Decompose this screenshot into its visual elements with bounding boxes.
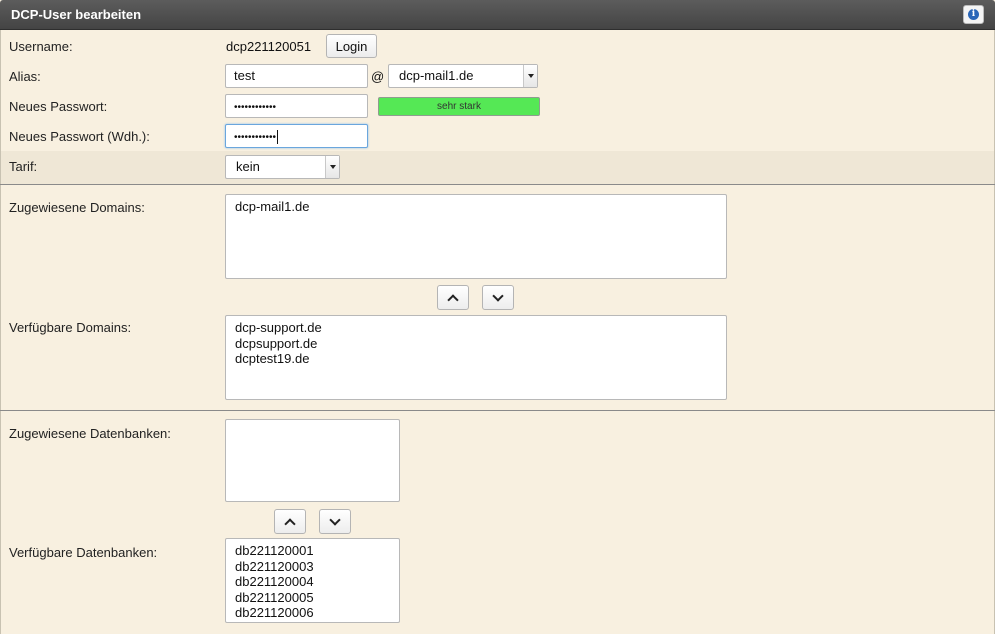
chevron-down-icon	[492, 289, 504, 302]
password-label: Neues Passwort:	[9, 99, 108, 114]
available-domains-label: Verfügbare Domains:	[9, 320, 132, 335]
assigned-domains-label: Zugewiesene Domains:	[9, 200, 145, 215]
panel-title: DCP-User bearbeiten	[11, 7, 142, 22]
move-up-button[interactable]	[437, 285, 469, 310]
info-icon: i	[968, 9, 979, 20]
tarif-label: Tarif:	[9, 159, 38, 174]
password-input[interactable]: ••••••••••••	[225, 94, 368, 118]
tarif-select[interactable]: kein	[225, 155, 340, 179]
password-repeat-input[interactable]: ••••••••••••	[225, 124, 368, 148]
available-databases-list[interactable]: db221120001 db221120003 db221120004 db22…	[225, 538, 400, 623]
text-caret	[277, 129, 279, 144]
username-label: Username:	[9, 39, 73, 54]
move-down-button[interactable]	[319, 509, 351, 534]
chevron-up-icon	[447, 293, 459, 306]
list-item[interactable]: dcp-support.de	[235, 320, 717, 336]
list-item[interactable]: dcp-mail1.de	[235, 199, 717, 215]
section-divider	[0, 410, 995, 411]
assigned-databases-list[interactable]	[225, 419, 400, 502]
at-sign: @	[371, 69, 385, 84]
chevron-down-icon	[325, 156, 339, 178]
password-repeat-mask: ••••••••••••	[234, 132, 277, 143]
login-button[interactable]: Login	[326, 34, 377, 58]
tarif-value: kein	[236, 159, 260, 174]
alias-input[interactable]: test	[225, 64, 368, 88]
password-mask: ••••••••••••	[234, 102, 277, 113]
list-item[interactable]: db221120006	[235, 605, 390, 621]
move-up-button[interactable]	[274, 509, 306, 534]
alias-domain-value: dcp-mail1.de	[399, 68, 474, 83]
username-value: dcp221120051	[226, 39, 312, 54]
available-domains-list[interactable]: dcp-support.de dcpsupport.de dcptest19.d…	[225, 315, 727, 400]
assigned-domains-list[interactable]: dcp-mail1.de	[225, 194, 727, 279]
chevron-down-icon	[329, 513, 341, 526]
list-item[interactable]: db221120005	[235, 590, 390, 606]
assigned-databases-label: Zugewiesene Datenbanken:	[9, 426, 171, 441]
alias-label: Alias:	[9, 69, 41, 84]
list-item[interactable]: db221120004	[235, 574, 390, 590]
available-databases-label: Verfügbare Datenbanken:	[9, 545, 158, 560]
list-item[interactable]: db221120003	[235, 559, 390, 575]
panel-header: DCP-User bearbeiten i	[0, 0, 995, 30]
section-divider	[0, 184, 995, 185]
password-strength-meter: sehr stark	[378, 97, 540, 116]
chevron-up-icon	[284, 517, 296, 530]
alias-domain-select[interactable]: dcp-mail1.de	[388, 64, 538, 88]
list-item[interactable]: dcptest19.de	[235, 351, 717, 367]
list-item[interactable]: db221120001	[235, 543, 390, 559]
password-repeat-label: Neues Passwort (Wdh.):	[9, 129, 150, 144]
info-button[interactable]: i	[963, 5, 984, 24]
list-item[interactable]: dcpsupport.de	[235, 336, 717, 352]
tarif-row-band	[1, 151, 994, 184]
move-down-button[interactable]	[482, 285, 514, 310]
chevron-down-icon	[523, 65, 537, 87]
